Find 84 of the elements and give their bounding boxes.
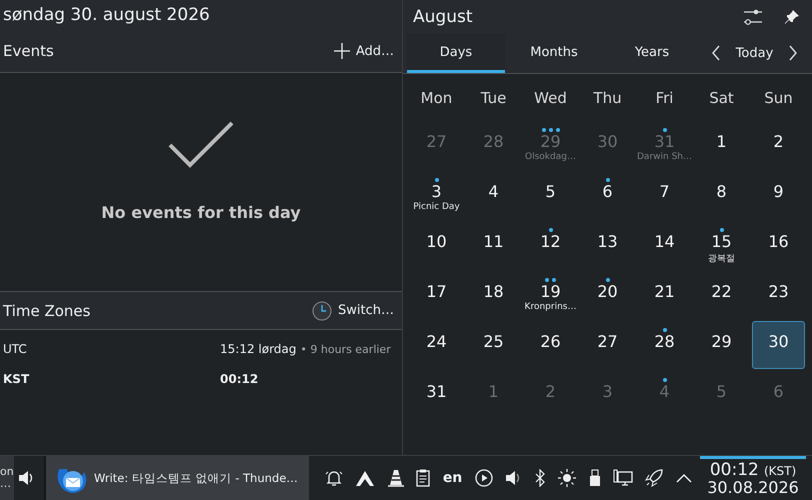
day-number[interactable]: 14 bbox=[654, 232, 675, 252]
selected-day[interactable]: 30 bbox=[752, 321, 805, 369]
weekday-label: Tue bbox=[480, 88, 508, 109]
day-number[interactable]: 4 bbox=[488, 182, 499, 202]
mountain-icon[interactable] bbox=[355, 469, 376, 487]
clock-icon bbox=[312, 300, 332, 320]
day-number[interactable]: 16 bbox=[768, 232, 789, 252]
holiday-label: Kronprins… bbox=[524, 302, 576, 312]
zone-offset-note: • 9 hours earlier bbox=[300, 343, 391, 356]
day-number[interactable]: 8 bbox=[716, 182, 727, 202]
day-number[interactable]: 11 bbox=[483, 232, 504, 252]
weekday-label: Thu bbox=[592, 88, 623, 109]
speaker-icon[interactable] bbox=[18, 470, 34, 486]
day-number[interactable]: 31 bbox=[426, 382, 447, 402]
previous-icon[interactable] bbox=[710, 45, 721, 61]
day-number[interactable]: 29 bbox=[711, 332, 732, 352]
day-number[interactable]: 1 bbox=[716, 132, 727, 152]
holiday-label: Darwin Sh… bbox=[637, 152, 692, 162]
usb-drive-icon[interactable] bbox=[588, 469, 601, 487]
add-event-button[interactable]: Add… bbox=[334, 41, 394, 61]
day-number[interactable]: 23 bbox=[768, 282, 789, 302]
day-number[interactable]: 18 bbox=[483, 282, 504, 302]
day-number[interactable]: 25 bbox=[483, 332, 504, 352]
zone-name: UTC bbox=[3, 342, 27, 356]
expand-tray-icon[interactable] bbox=[676, 473, 692, 483]
bluetooth-icon[interactable] bbox=[534, 469, 546, 487]
play-icon[interactable] bbox=[474, 469, 493, 487]
task-button[interactable]: Write: 타임스템프 없애기 - Thunde… bbox=[46, 456, 309, 500]
weekday-label: Sat bbox=[708, 88, 735, 109]
day-number[interactable]: 26 bbox=[540, 332, 561, 352]
weekday-label: Fri bbox=[654, 88, 674, 109]
switch-button[interactable]: Switch… bbox=[312, 298, 394, 322]
rocket-icon[interactable] bbox=[645, 469, 664, 487]
day-number[interactable]: 17 bbox=[426, 282, 447, 302]
empty-message: No events for this day bbox=[101, 203, 301, 222]
day-number[interactable]: 12 bbox=[540, 232, 561, 252]
speaker-icon[interactable] bbox=[505, 470, 522, 486]
day-number[interactable]: 10 bbox=[426, 232, 447, 252]
keyboard-layout-indicator[interactable]: en bbox=[442, 470, 462, 486]
day-number[interactable]: 28 bbox=[654, 332, 675, 352]
view-tab[interactable]: Days bbox=[407, 33, 505, 73]
events-heading: Events bbox=[3, 42, 54, 60]
zone-time: 00:12 bbox=[220, 372, 258, 386]
clipboard-icon[interactable] bbox=[416, 469, 430, 487]
date-heading: søndag 30. august 2026 bbox=[3, 5, 210, 25]
zone-time: 15:12 lørdag bbox=[220, 342, 296, 356]
day-number[interactable]: 7 bbox=[659, 182, 670, 202]
network-icon[interactable] bbox=[613, 469, 633, 487]
brightness-icon[interactable] bbox=[558, 469, 576, 487]
task-title[interactable]: on bbox=[0, 466, 14, 478]
day-number[interactable]: 24 bbox=[426, 332, 447, 352]
day-number[interactable]: 5 bbox=[545, 182, 556, 202]
next-icon[interactable] bbox=[788, 45, 798, 61]
day-number[interactable]: 9 bbox=[773, 182, 784, 202]
bell-icon[interactable] bbox=[325, 469, 343, 487]
day-number[interactable]: 22 bbox=[711, 282, 732, 302]
holiday-label: Olsokdag… bbox=[525, 152, 576, 162]
day-number[interactable]: 15 bbox=[711, 232, 732, 252]
zone-name: KST bbox=[3, 372, 30, 386]
today-button[interactable]: Today bbox=[736, 46, 774, 60]
month-heading: August bbox=[413, 6, 472, 26]
task-title[interactable]: … bbox=[0, 478, 14, 490]
day-number[interactable]: 2 bbox=[773, 132, 784, 152]
cone-icon[interactable] bbox=[388, 469, 404, 487]
view-tab[interactable]: Months bbox=[505, 33, 603, 73]
weekday-label: Mon bbox=[420, 88, 454, 109]
clock[interactable]: 00:12 (KST) 30.08.2026 bbox=[700, 456, 806, 500]
day-number[interactable]: 20 bbox=[597, 282, 618, 302]
day-number[interactable]: 27 bbox=[597, 332, 618, 352]
holiday-label: Picnic Day bbox=[413, 202, 460, 212]
day-number[interactable]: 19 bbox=[540, 282, 561, 302]
weekday-label: Sun bbox=[763, 88, 794, 109]
day-number[interactable]: 6 bbox=[602, 182, 613, 202]
view-tab[interactable]: Years bbox=[603, 33, 701, 73]
day-number[interactable]: 21 bbox=[654, 282, 675, 302]
plus-icon bbox=[334, 43, 350, 59]
day-number[interactable]: 3 bbox=[431, 182, 442, 202]
pin-icon[interactable] bbox=[784, 8, 800, 24]
holiday-label: 광복절 bbox=[708, 253, 735, 265]
weekday-label: Wed bbox=[533, 88, 568, 109]
settings-icon[interactable] bbox=[744, 8, 762, 24]
day-number[interactable]: 13 bbox=[597, 232, 618, 252]
time-zones-heading: Time Zones bbox=[3, 302, 90, 320]
checkmark-icon bbox=[168, 119, 234, 169]
